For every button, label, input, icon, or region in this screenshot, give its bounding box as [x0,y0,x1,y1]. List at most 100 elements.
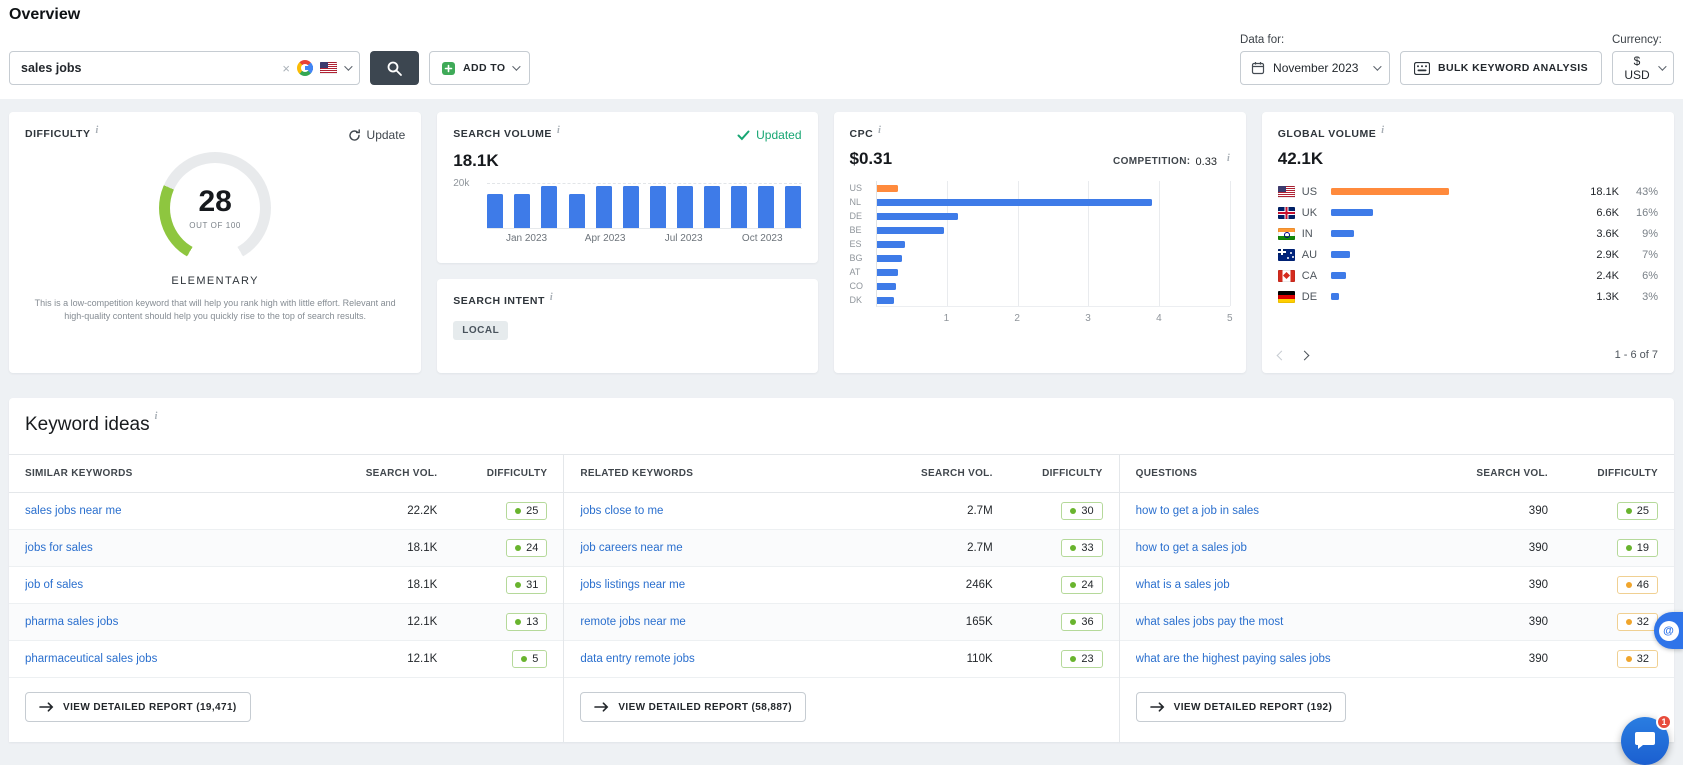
difficulty-title: DIFFICULTY [25,128,91,140]
difficulty-badge[interactable]: 32 [1616,613,1658,631]
keyword-link[interactable]: jobs close to me [580,505,882,517]
search-volume-cell: 165K [965,616,993,628]
questions-table: QUESTIONS SEARCH VOL. DIFFICULTY how to … [1118,455,1674,742]
cpc-value: $0.31 [849,149,893,168]
search-volume-cell: 18.1K [407,579,438,591]
difficulty-badge[interactable]: 23 [1061,650,1103,668]
search-volume-cell: 390 [1528,616,1548,628]
info-icon[interactable] [1227,153,1230,164]
difficulty-badge[interactable]: 33 [1061,539,1103,557]
column-header-keywords[interactable]: QUESTIONS [1136,468,1438,479]
info-icon[interactable] [878,125,881,136]
updated-label: Updated [756,128,802,142]
pagination-next-icon[interactable] [1299,350,1310,360]
us-flag-icon[interactable] [320,62,337,74]
cpc-bar [876,268,899,276]
cpc-country-labels: US NL DE BE ES BG AT CO DK [850,181,876,327]
difficulty-dot-icon [1070,582,1077,588]
keyword-link[interactable]: remote jobs near me [580,616,882,628]
country-row: DE 1.3K 3% [1277,286,1658,307]
table-footer: VIEW DETAILED REPORT (19,471) [9,678,563,742]
info-icon[interactable] [557,125,560,136]
global-volume-bar [1330,230,1355,237]
keyword-link[interactable]: pharma sales jobs [25,616,327,628]
chat-button[interactable]: 1 [1621,714,1672,765]
search-controls: ADD TO [9,51,531,85]
cpc-bar [876,212,958,220]
difficulty-dot-icon [515,582,522,588]
column-header-difficulty[interactable]: DIFFICULTY [1548,468,1658,479]
update-button[interactable]: Update [348,128,405,142]
column-header-search-vol[interactable]: SEARCH VOL. [1438,468,1548,479]
column-header-keywords[interactable]: SIMILAR KEYWORDS [25,468,327,479]
date-dropdown[interactable]: November 2023 [1240,51,1391,85]
column-header-search-vol[interactable]: SEARCH VOL. [327,468,437,479]
arrow-right-icon [594,702,609,712]
pagination-prev-icon[interactable] [1276,350,1287,360]
difficulty-badge[interactable]: 46 [1616,576,1658,594]
report-button-label: VIEW DETAILED REPORT (58,887) [618,701,792,713]
keyword-link[interactable]: job of sales [25,579,327,591]
global-volume-bar [1330,188,1449,195]
country-bar-track [1330,230,1449,237]
chevron-down-icon[interactable] [344,62,353,71]
difficulty-value: 23 [1081,653,1094,665]
intent-badge[interactable]: LOCAL [453,321,509,340]
search-intent-card: SEARCH INTENT LOCAL [437,279,818,373]
difficulty-badge[interactable]: 25 [506,502,548,520]
view-detailed-report-button[interactable]: VIEW DETAILED REPORT (58,887) [580,692,806,722]
difficulty-badge[interactable]: 32 [1616,650,1658,668]
add-to-button[interactable]: ADD TO [429,51,531,85]
search-volume-cell: 22.2K [407,505,438,517]
difficulty-badge[interactable]: 24 [506,539,548,557]
table-header-row: SIMILAR KEYWORDS SEARCH VOL. DIFFICULTY [9,455,564,493]
cpc-axis-tick: 4 [1156,313,1162,324]
cpc-chart: US NL DE BE ES BG AT CO DK 1 2 3 4 5 [850,181,1233,327]
search-button[interactable] [370,51,419,85]
country-volume: 6.6K [1596,206,1619,219]
volume-bar [568,194,585,228]
column-header-search-vol[interactable]: SEARCH VOL. [883,468,993,479]
difficulty-dot-icon [1625,508,1632,514]
view-detailed-report-button[interactable]: VIEW DETAILED REPORT (19,471) [25,692,251,722]
keyword-link[interactable]: pharmaceutical sales jobs [25,653,327,665]
column-header-difficulty[interactable]: DIFFICULTY [993,468,1103,479]
keyword-link[interactable]: what is a sales job [1136,579,1438,591]
clear-search-icon[interactable] [282,62,290,75]
difficulty-badge[interactable]: 19 [1616,539,1658,557]
keyword-link[interactable]: job careers near me [580,542,882,554]
difficulty-badge[interactable]: 25 [1616,502,1658,520]
help-center-tab[interactable] [1654,612,1683,649]
currency-dropdown[interactable]: $ USD [1612,51,1674,85]
refresh-icon [348,128,360,141]
info-icon[interactable] [550,292,553,303]
table-footer: VIEW DETAILED REPORT (192) [1120,678,1674,742]
table-row: pharma sales jobs 12.1K 13 [9,604,564,641]
search-input[interactable] [19,60,276,76]
keyword-link[interactable]: how to get a sales job [1136,542,1438,554]
info-icon[interactable] [1381,125,1384,136]
keyword-link[interactable]: what sales jobs pay the most [1136,616,1438,628]
keyword-link[interactable]: jobs for sales [25,542,327,554]
difficulty-badge[interactable]: 24 [1061,576,1103,594]
info-icon[interactable] [95,125,98,136]
country-code: AU [1301,248,1318,261]
column-header-difficulty[interactable]: DIFFICULTY [437,468,547,479]
difficulty-badge[interactable]: 30 [1061,502,1103,520]
bulk-keyword-analysis-button[interactable]: BULK KEYWORD ANALYSIS [1400,51,1602,85]
volume-x-axis: Jan 2023 Apr 2023 Jul 2023 Oct 2023 [487,229,801,247]
difficulty-badge[interactable]: 31 [506,576,548,594]
difficulty-badge[interactable]: 36 [1061,613,1103,631]
search-volume-cell: 246K [965,579,993,591]
keyword-link[interactable]: what are the highest paying sales jobs [1136,653,1438,665]
info-icon[interactable] [155,411,158,422]
bulk-label: BULK KEYWORD ANALYSIS [1438,62,1588,74]
keyword-link[interactable]: sales jobs near me [25,505,327,517]
keyword-link[interactable]: jobs listings near me [580,579,882,591]
view-detailed-report-button[interactable]: VIEW DETAILED REPORT (192) [1135,692,1347,722]
column-header-keywords[interactable]: RELATED KEYWORDS [580,468,882,479]
keyword-link[interactable]: data entry remote jobs [580,653,882,665]
keyword-link[interactable]: how to get a job in sales [1136,505,1438,517]
difficulty-badge[interactable]: 5 [512,650,548,668]
difficulty-badge[interactable]: 13 [506,613,548,631]
